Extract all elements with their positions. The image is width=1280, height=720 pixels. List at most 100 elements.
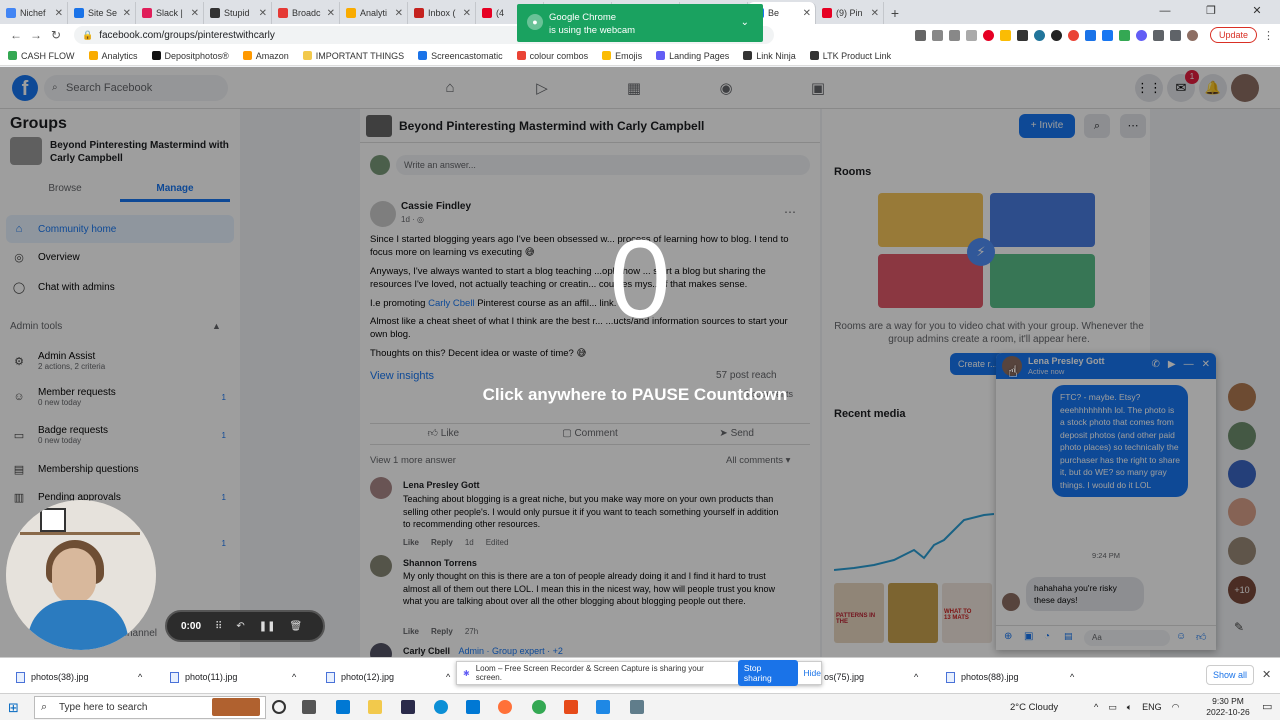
chevron-up-icon[interactable]: ^ bbox=[292, 668, 296, 686]
puzzle-ext-icon[interactable] bbox=[1152, 29, 1164, 41]
close-icon[interactable]: ✕ bbox=[1262, 668, 1271, 681]
reload-icon[interactable]: ↻ bbox=[46, 28, 66, 42]
browser-tab[interactable]: Slack | ✕ bbox=[136, 2, 204, 24]
chevron-up-icon[interactable]: ^ bbox=[446, 668, 450, 686]
file-explorer-icon[interactable] bbox=[368, 700, 382, 714]
show-all-downloads-button[interactable]: Show all bbox=[1206, 665, 1254, 685]
wordpress-ext-icon[interactable] bbox=[1033, 29, 1045, 41]
bookmark-item[interactable]: Landing Pages bbox=[656, 51, 729, 61]
camera-icon[interactable] bbox=[914, 29, 926, 41]
new-tab-button[interactable]: + bbox=[884, 2, 906, 24]
bookmark-item[interactable]: IMPORTANT THINGS bbox=[302, 51, 404, 61]
search-ext-icon[interactable] bbox=[1084, 29, 1096, 41]
hand-cursor-icon: ☝ bbox=[1008, 364, 1018, 381]
sidepanel-icon[interactable] bbox=[1169, 29, 1181, 41]
close-tab-icon[interactable]: ✕ bbox=[395, 8, 403, 19]
volume-icon[interactable]: 🔈︎ bbox=[1127, 702, 1132, 713]
wifi-icon[interactable]: ◠ bbox=[1172, 702, 1180, 713]
chevron-up-icon[interactable]: ^ bbox=[914, 668, 918, 686]
close-tab-icon[interactable]: ✕ bbox=[871, 8, 879, 19]
network-icon[interactable]: ▭ bbox=[1108, 702, 1117, 713]
app-s2-icon[interactable] bbox=[596, 700, 610, 714]
close-tab-icon[interactable]: ✕ bbox=[123, 8, 131, 19]
close-tab-icon[interactable]: ✕ bbox=[803, 8, 811, 19]
bookmark-item[interactable]: Emojis bbox=[602, 51, 642, 61]
download-item[interactable]: photos(88).jpg bbox=[946, 668, 1019, 686]
taskbar-clock[interactable]: 9:30 PM 2022-10-26 bbox=[1200, 696, 1256, 718]
browser-tab[interactable]: Nichef ✕ bbox=[0, 2, 68, 24]
bookmark-item[interactable]: CASH FLOW bbox=[8, 51, 75, 61]
dark-ext-icon[interactable] bbox=[1050, 29, 1062, 41]
task-view-icon[interactable] bbox=[302, 700, 316, 714]
drag-handle-icon[interactable]: ⠿ bbox=[215, 621, 222, 632]
bookmark-star-icon[interactable] bbox=[965, 29, 977, 41]
weather-widget[interactable]: 2°C Cloudy bbox=[1010, 702, 1058, 713]
browser-tab[interactable]: Broadc ✕ bbox=[272, 2, 340, 24]
edge-icon[interactable] bbox=[434, 700, 448, 714]
green-ext-icon[interactable] bbox=[1118, 29, 1130, 41]
restore-icon[interactable]: ❐ bbox=[1188, 0, 1234, 24]
close-tab-icon[interactable]: ✕ bbox=[327, 8, 335, 19]
keep-ext-icon[interactable] bbox=[999, 29, 1011, 41]
browser-tab[interactable]: Analyti ✕ bbox=[340, 2, 408, 24]
download-item[interactable]: os(75).jpg bbox=[824, 668, 864, 686]
language-indicator[interactable]: ENG bbox=[1142, 702, 1162, 713]
bookmark-item[interactable]: Depositphotos® bbox=[151, 51, 229, 61]
chevron-up-icon[interactable]: ^ bbox=[1070, 668, 1074, 686]
browser-tab[interactable]: Site Se ✕ bbox=[68, 2, 136, 24]
download-item[interactable]: photo(11).jpg bbox=[170, 668, 237, 686]
hide-button[interactable]: Hide bbox=[804, 668, 821, 678]
browser-tab[interactable]: (9) Pin ✕ bbox=[816, 2, 884, 24]
minimize-icon[interactable]: — bbox=[1142, 0, 1188, 24]
pause-icon[interactable]: ❚❚ bbox=[259, 621, 276, 632]
facebook-ext-icon[interactable] bbox=[1101, 29, 1113, 41]
bookmark-item[interactable]: Amazon bbox=[242, 51, 289, 61]
stop-sharing-button[interactable]: Stop sharing bbox=[737, 660, 798, 686]
favicon-icon bbox=[210, 8, 220, 18]
cortana-icon[interactable] bbox=[272, 700, 286, 714]
chevron-up-icon[interactable]: ^ bbox=[1094, 702, 1098, 713]
close-window-icon[interactable]: ✕ bbox=[1234, 0, 1280, 24]
share-icon[interactable] bbox=[948, 29, 960, 41]
close-tab-icon[interactable]: ✕ bbox=[463, 8, 471, 19]
bookmark-item[interactable]: Link Ninja bbox=[743, 51, 796, 61]
color-ext-icon[interactable] bbox=[1067, 29, 1079, 41]
loom-camera-bubble[interactable] bbox=[6, 500, 156, 650]
countdown-overlay[interactable] bbox=[0, 67, 1280, 657]
loom-ext-icon[interactable] bbox=[1135, 29, 1147, 41]
menu-kebab-icon[interactable]: ⋮ bbox=[1263, 29, 1274, 42]
bookmark-item[interactable]: Analytics bbox=[88, 51, 138, 61]
notification-center-icon[interactable]: ▭ bbox=[1262, 700, 1272, 713]
close-tab-icon[interactable]: ✕ bbox=[259, 8, 267, 19]
trash-icon[interactable]: 🗑︎ bbox=[290, 621, 303, 632]
chevron-down-icon[interactable]: ⌄ bbox=[741, 17, 749, 28]
pinterest-ext-icon[interactable] bbox=[982, 29, 994, 41]
bookmark-item[interactable]: LTK Product Link bbox=[809, 51, 891, 61]
close-tab-icon[interactable]: ✕ bbox=[55, 8, 63, 19]
chrome-icon[interactable] bbox=[532, 700, 546, 714]
mail-icon[interactable] bbox=[466, 700, 480, 714]
close-tab-icon[interactable]: ✕ bbox=[191, 8, 199, 19]
download-item[interactable]: photo(12).jpg bbox=[326, 668, 394, 686]
zoom-icon[interactable] bbox=[931, 29, 943, 41]
app-s-icon[interactable] bbox=[564, 700, 578, 714]
chevron-up-icon[interactable]: ^ bbox=[138, 668, 142, 686]
windows-start-icon[interactable]: ⊞ bbox=[8, 700, 19, 716]
email-ext-icon[interactable] bbox=[1016, 29, 1028, 41]
calculator-icon[interactable] bbox=[630, 700, 644, 714]
download-item[interactable]: photos(38).jpg bbox=[16, 668, 89, 686]
bookmark-item[interactable]: colour combos bbox=[516, 51, 588, 61]
webcam-notification[interactable]: ● Google Chrome is using the webcam ⌄ bbox=[517, 4, 763, 42]
app-icon[interactable] bbox=[401, 700, 415, 714]
firefox-icon[interactable] bbox=[498, 700, 512, 714]
browser-tab[interactable]: Inbox (✕ bbox=[408, 2, 476, 24]
bookmark-item[interactable]: Screencastomatic bbox=[418, 51, 503, 61]
pause-countdown-text[interactable]: Click anywhere to PAUSE Countdown bbox=[440, 385, 830, 405]
browser-tab[interactable]: Stupid ✕ bbox=[204, 2, 272, 24]
profile-avatar[interactable] bbox=[1186, 29, 1198, 41]
back-icon[interactable]: ← bbox=[6, 28, 26, 42]
undo-icon[interactable]: ↶ bbox=[236, 621, 244, 632]
forward-icon[interactable]: → bbox=[26, 28, 46, 42]
store-icon[interactable] bbox=[336, 700, 350, 714]
update-button[interactable]: Update bbox=[1209, 27, 1257, 43]
